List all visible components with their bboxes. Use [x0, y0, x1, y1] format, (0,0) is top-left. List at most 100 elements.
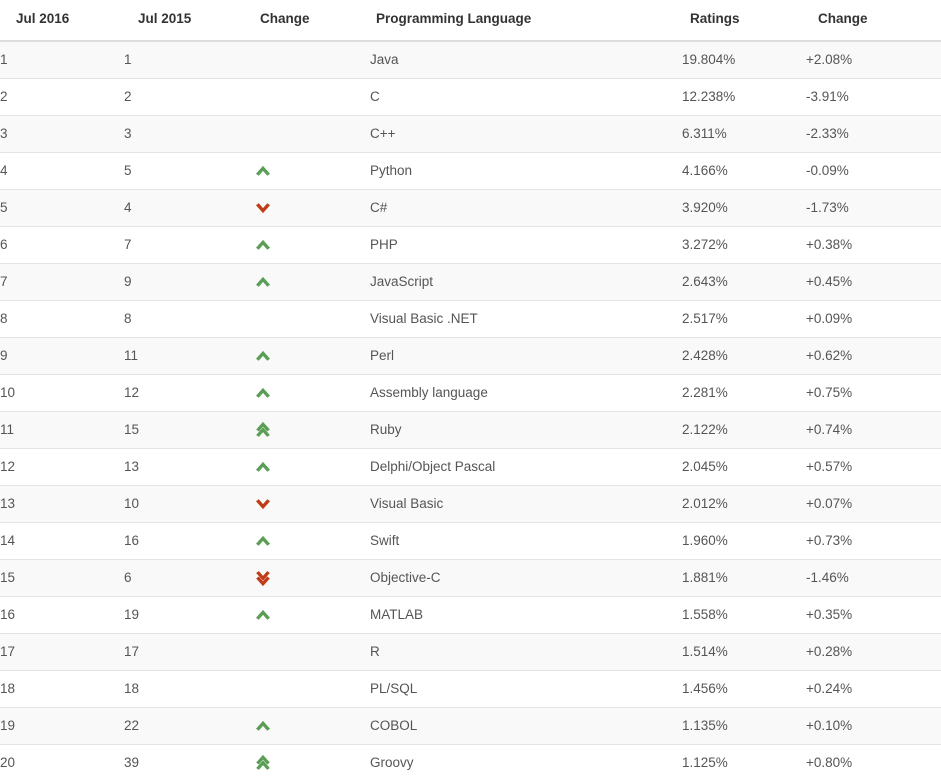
cell-rank-previous: 3 — [124, 116, 250, 153]
cell-rank-previous: 17 — [124, 634, 250, 671]
cell-change-pct: -0.09% — [806, 153, 941, 190]
cell-rank-previous: 16 — [124, 523, 250, 560]
cell-rank-current: 2 — [0, 79, 124, 116]
cell-rank-current: 6 — [0, 227, 124, 264]
cell-rank-current: 9 — [0, 338, 124, 375]
cell-rank-previous: 13 — [124, 449, 250, 486]
table-row: 11Java19.804%+2.08% — [0, 41, 941, 79]
table-row: 1310Visual Basic2.012%+0.07% — [0, 486, 941, 523]
no-change-placeholder — [250, 44, 268, 64]
chevron-up-icon — [254, 161, 272, 181]
column-header-language: Programming Language — [370, 0, 682, 41]
cell-rank-previous: 2 — [124, 79, 250, 116]
table-row: 911Perl2.428%+0.62% — [0, 338, 941, 375]
cell-language: PHP — [370, 227, 682, 264]
cell-rank-current: 1 — [0, 41, 124, 79]
cell-change-arrow — [250, 227, 370, 264]
cell-change-arrow — [250, 41, 370, 79]
no-change-placeholder — [250, 81, 268, 101]
table-row: 45Python4.166%-0.09% — [0, 153, 941, 190]
cell-change-arrow — [250, 190, 370, 227]
cell-ratings: 1.456% — [682, 671, 806, 708]
table-row: 1717R1.514%+0.28% — [0, 634, 941, 671]
cell-language: Perl — [370, 338, 682, 375]
cell-rank-current: 13 — [0, 486, 124, 523]
cell-rank-current: 15 — [0, 560, 124, 597]
cell-rank-previous: 10 — [124, 486, 250, 523]
table-row: 1922COBOL1.135%+0.10% — [0, 708, 941, 745]
cell-language: Delphi/Object Pascal — [370, 449, 682, 486]
no-change-placeholder — [250, 636, 268, 656]
cell-change-arrow — [250, 523, 370, 560]
cell-language: Ruby — [370, 412, 682, 449]
cell-rank-current: 18 — [0, 671, 124, 708]
cell-ratings: 2.517% — [682, 301, 806, 338]
chevron-up-icon — [254, 457, 272, 477]
cell-ratings: 6.311% — [682, 116, 806, 153]
cell-change-arrow — [250, 671, 370, 708]
cell-rank-previous: 4 — [124, 190, 250, 227]
cell-language: COBOL — [370, 708, 682, 745]
cell-change-pct: +0.35% — [806, 597, 941, 634]
table-row: 2039Groovy1.125%+0.80% — [0, 745, 941, 781]
cell-change-arrow — [250, 597, 370, 634]
table-row: 33C++6.311%-2.33% — [0, 116, 941, 153]
no-change-placeholder — [250, 118, 268, 138]
cell-ratings: 2.643% — [682, 264, 806, 301]
cell-rank-current: 8 — [0, 301, 124, 338]
cell-rank-previous: 39 — [124, 745, 250, 781]
column-header-change-arrow: Change — [250, 0, 370, 41]
no-change-placeholder — [250, 673, 268, 693]
chevron-up-icon — [254, 235, 272, 255]
cell-ratings: 1.558% — [682, 597, 806, 634]
cell-rank-current: 12 — [0, 449, 124, 486]
cell-language: Visual Basic .NET — [370, 301, 682, 338]
cell-change-arrow — [250, 264, 370, 301]
cell-rank-previous: 15 — [124, 412, 250, 449]
no-change-placeholder — [250, 303, 268, 323]
cell-ratings: 3.272% — [682, 227, 806, 264]
cell-change-arrow — [250, 449, 370, 486]
cell-rank-current: 11 — [0, 412, 124, 449]
cell-language: C — [370, 79, 682, 116]
table-header-row: Jul 2016 Jul 2015 Change Programming Lan… — [0, 0, 941, 41]
double-chevron-up-icon — [254, 420, 272, 440]
cell-change-pct: +0.24% — [806, 671, 941, 708]
cell-rank-current: 16 — [0, 597, 124, 634]
cell-rank-previous: 1 — [124, 41, 250, 79]
cell-change-arrow — [250, 708, 370, 745]
cell-change-arrow — [250, 412, 370, 449]
cell-change-pct: +0.45% — [806, 264, 941, 301]
cell-change-pct: +0.10% — [806, 708, 941, 745]
cell-rank-previous: 12 — [124, 375, 250, 412]
cell-language: C# — [370, 190, 682, 227]
cell-change-pct: +0.28% — [806, 634, 941, 671]
table-row: 79JavaScript2.643%+0.45% — [0, 264, 941, 301]
cell-ratings: 1.881% — [682, 560, 806, 597]
cell-rank-current: 10 — [0, 375, 124, 412]
cell-ratings: 2.122% — [682, 412, 806, 449]
column-header-rank-previous: Jul 2015 — [124, 0, 250, 41]
cell-rank-current: 5 — [0, 190, 124, 227]
column-header-ratings: Ratings — [682, 0, 806, 41]
cell-ratings: 2.045% — [682, 449, 806, 486]
programming-language-ranking-table: Jul 2016 Jul 2015 Change Programming Lan… — [0, 0, 941, 781]
cell-change-pct: -1.46% — [806, 560, 941, 597]
cell-ratings: 1.960% — [682, 523, 806, 560]
cell-change-arrow — [250, 486, 370, 523]
cell-rank-current: 19 — [0, 708, 124, 745]
cell-change-pct: +0.07% — [806, 486, 941, 523]
table-row: 1416Swift1.960%+0.73% — [0, 523, 941, 560]
cell-rank-previous: 7 — [124, 227, 250, 264]
double-chevron-down-icon — [254, 568, 272, 588]
cell-rank-previous: 6 — [124, 560, 250, 597]
double-chevron-up-icon — [254, 753, 272, 773]
cell-change-arrow — [250, 634, 370, 671]
cell-language: Python — [370, 153, 682, 190]
cell-ratings: 3.920% — [682, 190, 806, 227]
cell-rank-previous: 9 — [124, 264, 250, 301]
cell-change-arrow — [250, 153, 370, 190]
cell-change-pct: +0.62% — [806, 338, 941, 375]
cell-rank-previous: 11 — [124, 338, 250, 375]
cell-rank-current: 3 — [0, 116, 124, 153]
